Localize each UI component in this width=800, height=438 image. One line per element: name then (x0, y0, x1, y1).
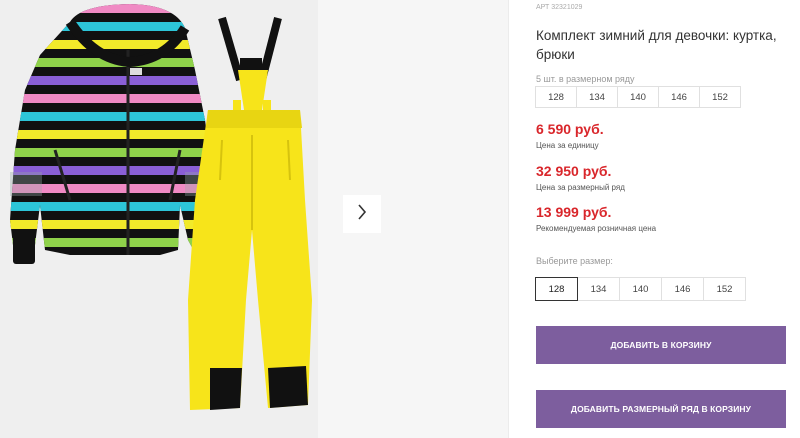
size-row-item: 128 (535, 86, 577, 108)
row-price-label: Цена за размерный ряд (536, 183, 625, 192)
size-row-item: 146 (658, 86, 700, 108)
snowsuit-image (10, 4, 312, 410)
size-row-item: 134 (576, 86, 618, 108)
size-selector: 128 134 140 146 152 (535, 277, 746, 301)
chevron-right-icon (357, 203, 367, 225)
size-option-152[interactable]: 152 (703, 277, 746, 301)
product-photo[interactable] (0, 0, 318, 438)
size-option-140[interactable]: 140 (619, 277, 662, 301)
size-row-list: 128 134 140 146 152 (535, 86, 741, 108)
size-option-146[interactable]: 146 (661, 277, 704, 301)
product-sku: АРТ 32321029 (536, 4, 583, 11)
select-size-hint: Выберите размер: (536, 256, 613, 266)
size-option-128[interactable]: 128 (535, 277, 578, 301)
size-option-134[interactable]: 134 (577, 277, 620, 301)
vertical-divider (508, 0, 509, 438)
row-price: 32 950 руб. (536, 163, 612, 179)
unit-price: 6 590 руб. (536, 121, 604, 137)
gallery-next-button[interactable] (343, 195, 381, 233)
unit-price-label: Цена за единицу (536, 141, 599, 150)
product-gallery (0, 0, 508, 438)
size-row-item: 152 (699, 86, 741, 108)
retail-price-label: Рекомендуемая розничная цена (536, 224, 657, 233)
add-to-cart-button[interactable]: ДОБАВИТЬ В КОРЗИНУ (536, 326, 786, 364)
size-row-hint: 5 шт. в размерном ряду (536, 74, 635, 84)
product-title: Комплект зимний для девочки: куртка, брю… (536, 28, 777, 62)
add-size-row-to-cart-button[interactable]: ДОБАВИТЬ РАЗМЕРНЫЙ РЯД В КОРЗИНУ (536, 390, 786, 428)
size-row-item: 140 (617, 86, 659, 108)
retail-price: 13 999 руб. (536, 204, 612, 220)
